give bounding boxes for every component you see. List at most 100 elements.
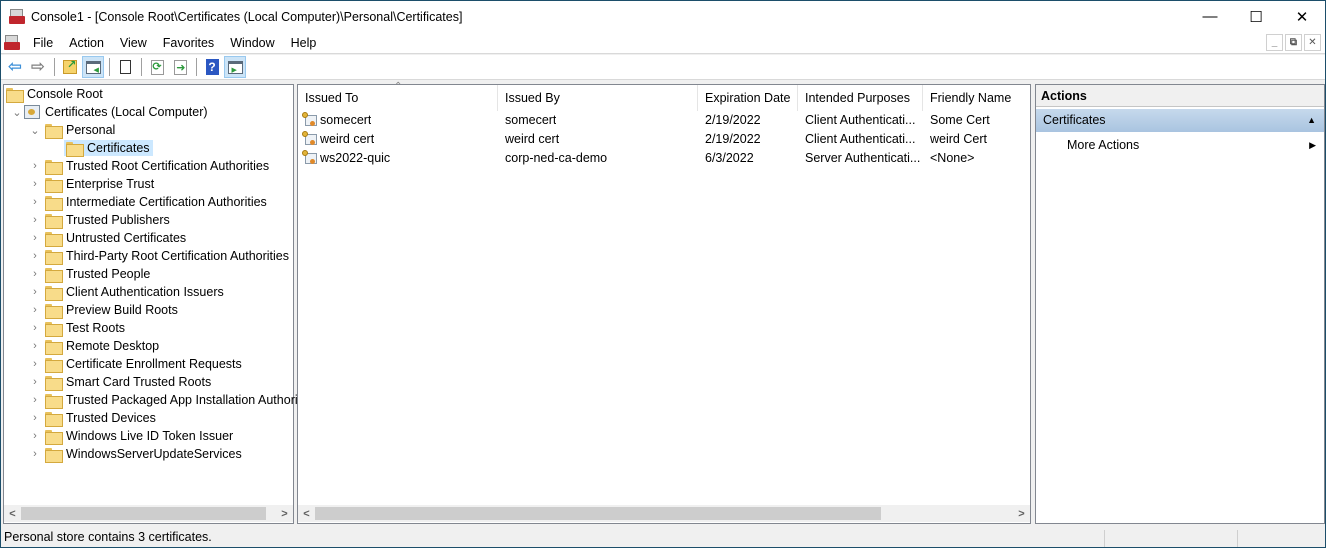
table-row[interactable]: ws2022-quic corp-ned-ca-demo 6/3/2022 Serve… [298, 149, 1028, 168]
tree-label: Test Roots [66, 321, 126, 335]
column-header-expiration-date[interactable]: Expiration Date [698, 85, 798, 111]
forward-button[interactable]: ⇨ [27, 56, 49, 78]
chevron-right-icon[interactable]: › [28, 265, 42, 283]
table-row[interactable]: somecert somecert 2/19/2022 Client Authenti… [298, 111, 1028, 130]
mdi-restore-button[interactable]: ⧉ [1285, 34, 1302, 51]
chevron-right-icon[interactable]: › [28, 355, 42, 373]
refresh-button[interactable]: ⟳ [146, 56, 168, 78]
action-label: More Actions [1067, 138, 1140, 152]
tree-item-console-root[interactable]: Console Root [6, 85, 106, 103]
title-bar: Console1 - [Console Root\Certificates (L… [1, 1, 1325, 32]
mdi-minimize-button[interactable]: _ [1266, 34, 1283, 51]
tree-item-store[interactable]: › Trusted Packaged App Installation Autho… [28, 391, 304, 409]
tree-item-personal-certificates[interactable]: Certificates [64, 139, 153, 157]
tree-item-store[interactable]: › Untrusted Certificates [28, 229, 189, 247]
toolbar: ⇦ ⇨ ↗ ◀ ⟳ ➜ ? ▶ [1, 55, 1325, 80]
action-more-actions[interactable]: More Actions ▶ [1036, 134, 1324, 156]
column-header-issued-to[interactable]: Issued To ⌃ [298, 81, 498, 111]
scrollbar-thumb[interactable] [315, 507, 881, 520]
tree-item-store[interactable]: › Certificate Enrollment Requests [28, 355, 245, 373]
scroll-right-icon[interactable]: > [276, 505, 293, 522]
scrollbar-thumb[interactable] [21, 507, 266, 520]
actions-section-certificates[interactable]: Certificates ▲ [1036, 109, 1324, 132]
status-separator [1237, 530, 1238, 547]
chevron-right-icon[interactable]: › [28, 409, 42, 427]
chevron-right-icon[interactable]: › [28, 391, 42, 409]
tree-item-store[interactable]: › Third-Party Root Certification Authorit… [28, 247, 292, 265]
show-hide-console-tree-button[interactable]: ◀ [82, 56, 104, 78]
column-header-intended-purposes[interactable]: Intended Purposes [798, 85, 923, 111]
chevron-right-icon[interactable]: › [28, 229, 42, 247]
menu-window[interactable]: Window [222, 32, 282, 54]
tree-item-store[interactable]: › Intermediate Certification Authorities [28, 193, 270, 211]
toolbar-separator [54, 58, 55, 76]
tree-label: Trusted Root Certification Authorities [66, 159, 270, 173]
tree-item-store[interactable]: › Client Authentication Issuers [28, 283, 227, 301]
tree-item-store[interactable]: › Test Roots [28, 319, 128, 337]
chevron-right-icon[interactable]: › [28, 175, 42, 193]
chevron-right-icon[interactable]: › [28, 247, 42, 265]
chevron-down-icon[interactable]: ⌄ [10, 103, 24, 121]
folder-icon [45, 393, 63, 409]
minimize-button[interactable]: — [1187, 1, 1233, 32]
export-list-button[interactable]: ➜ [169, 56, 191, 78]
tree-item-store[interactable]: › Windows Live ID Token Issuer [28, 427, 236, 445]
properties-button[interactable] [114, 56, 136, 78]
chevron-right-icon[interactable]: › [28, 157, 42, 175]
chevron-right-icon[interactable]: › [28, 193, 42, 211]
mmc-app-icon[interactable] [9, 8, 25, 25]
tree-item-store[interactable]: › Enterprise Trust [28, 175, 157, 193]
scroll-left-icon[interactable]: < [4, 505, 21, 522]
chevron-right-icon[interactable]: › [28, 283, 42, 301]
mdi-close-button[interactable]: ✕ [1304, 34, 1321, 51]
back-button[interactable]: ⇦ [4, 56, 26, 78]
menu-help[interactable]: Help [283, 32, 325, 54]
help-icon: ? [205, 59, 219, 75]
up-one-level-button[interactable]: ↗ [59, 56, 81, 78]
column-header-label: Friendly Name [930, 91, 1012, 105]
chevron-down-icon[interactable]: ⌄ [28, 121, 42, 139]
toolbar-separator [196, 58, 197, 76]
help-button[interactable]: ? [201, 56, 223, 78]
scroll-right-icon[interactable]: > [1013, 505, 1030, 522]
tree-horizontal-scrollbar[interactable]: < > [4, 505, 293, 522]
chevron-right-icon[interactable]: › [28, 337, 42, 355]
chevron-right-icon[interactable]: › [28, 319, 42, 337]
show-hide-action-pane-button[interactable]: ▶ [224, 56, 246, 78]
maximize-button[interactable]: ☐ [1233, 1, 1279, 32]
cell-text: corp-ned-ca-demo [505, 151, 608, 165]
close-button[interactable]: ✕ [1279, 1, 1325, 32]
chevron-right-icon[interactable]: › [28, 427, 42, 445]
tree-item-store[interactable]: › Trusted Publishers [28, 211, 173, 229]
collapse-up-icon[interactable]: ▲ [1307, 109, 1316, 132]
cell-issued-to: ws2022-quic [302, 149, 390, 168]
scroll-left-icon[interactable]: < [298, 505, 315, 522]
minimize-icon: — [1202, 8, 1218, 25]
tree-item-store[interactable]: › Preview Build Roots [28, 301, 181, 319]
column-header-friendly-name[interactable]: Friendly Name [923, 85, 1030, 111]
chevron-right-icon[interactable]: › [28, 211, 42, 229]
tree-item-certificates-local-computer[interactable]: ⌄ Certificates (Local Computer) [10, 103, 211, 121]
folder-icon [45, 411, 63, 427]
table-row[interactable]: weird cert weird cert 2/19/2022 Client Auth… [298, 130, 1028, 149]
menu-favorites[interactable]: Favorites [155, 32, 222, 54]
chevron-right-icon[interactable]: › [28, 301, 42, 319]
column-header-issued-by[interactable]: Issued By [498, 85, 698, 111]
tree-item-personal[interactable]: ⌄ Personal [28, 121, 118, 139]
menu-file[interactable]: File [25, 32, 61, 54]
tree-item-store[interactable]: › WindowsServerUpdateServices [28, 445, 245, 463]
system-menu-icon[interactable] [4, 34, 20, 51]
tree-item-store[interactable]: › Trusted Devices [28, 409, 159, 427]
list-horizontal-scrollbar[interactable]: < > [298, 505, 1030, 522]
tree-label: Personal [66, 123, 116, 137]
tree-item-selected: Certificates [64, 140, 153, 157]
tree-item-store[interactable]: › Remote Desktop [28, 337, 162, 355]
tree-item-store[interactable]: › Trusted People [28, 265, 153, 283]
menu-action[interactable]: Action [61, 32, 112, 54]
chevron-right-icon[interactable]: › [28, 373, 42, 391]
menu-view[interactable]: View [112, 32, 155, 54]
tree-item-store[interactable]: › Trusted Root Certification Authorities [28, 157, 272, 175]
tree-item-store[interactable]: › Smart Card Trusted Roots [28, 373, 214, 391]
cell-expiration: 6/3/2022 [705, 149, 754, 168]
chevron-right-icon[interactable]: › [28, 445, 42, 463]
